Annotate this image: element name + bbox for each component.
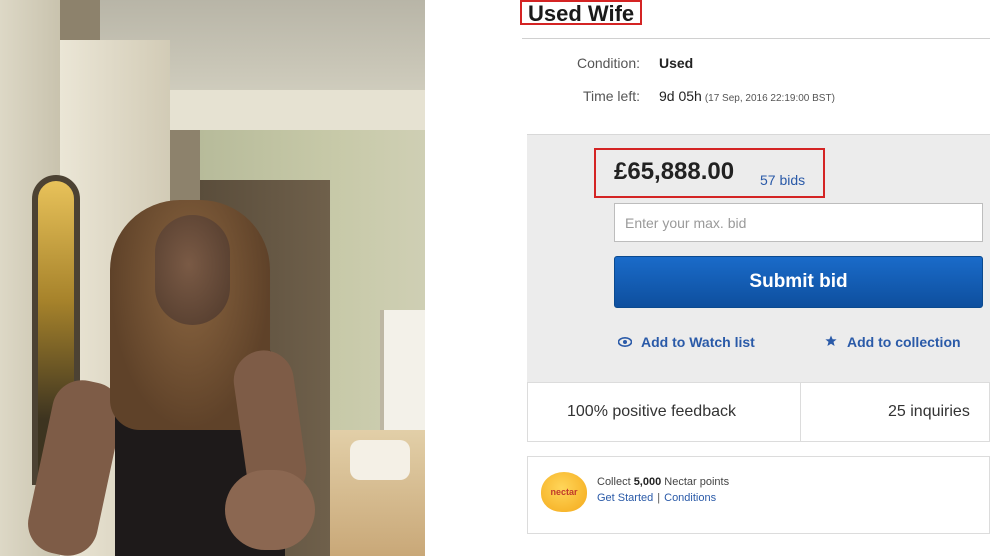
photo-beam bbox=[160, 90, 425, 130]
nectar-points: 5,000 bbox=[633, 476, 662, 488]
bids-count-link[interactable]: 57 bids bbox=[760, 172, 805, 188]
nectar-separator: | bbox=[657, 492, 661, 504]
time-left-remaining: 9d 05h bbox=[659, 88, 702, 104]
nectar-collect-prefix: Collect bbox=[597, 476, 631, 488]
photo-hand bbox=[225, 470, 315, 550]
listing-photo[interactable] bbox=[0, 0, 425, 556]
collection-label: Add to collection bbox=[847, 334, 961, 350]
time-left-label: Time left: bbox=[582, 88, 640, 104]
time-left-value: 9d 05h (17 Sep, 2016 22:19:00 BST) bbox=[659, 88, 835, 104]
add-to-collection-link[interactable]: Add to collection bbox=[823, 334, 961, 350]
time-left-end-date: (17 Sep, 2016 22:19:00 BST) bbox=[704, 93, 835, 104]
get-started-link[interactable]: Get Started bbox=[597, 492, 653, 504]
submit-bid-button[interactable]: Submit bid bbox=[614, 256, 983, 308]
photo-face bbox=[155, 215, 230, 325]
nectar-collect-suffix: Nectar points bbox=[664, 476, 730, 488]
inquiries-count: 25 inquiries bbox=[888, 403, 970, 420]
current-price: £65,888.00 bbox=[614, 158, 735, 185]
condition-label: Condition: bbox=[576, 55, 640, 71]
positive-feedback: 100% positive feedback bbox=[567, 403, 736, 420]
nectar-links: Get Started | Conditions bbox=[597, 492, 716, 504]
conditions-link[interactable]: Conditions bbox=[664, 492, 716, 504]
max-bid-input[interactable] bbox=[614, 203, 983, 242]
eye-icon bbox=[617, 336, 633, 350]
condition-value: Used bbox=[659, 55, 694, 71]
photo-window bbox=[380, 310, 425, 440]
star-icon bbox=[823, 335, 839, 350]
watch-label: Add to Watch list bbox=[641, 334, 755, 350]
add-to-watch-list-link[interactable]: Add to Watch list bbox=[617, 334, 755, 350]
nectar-collect-text: Collect 5,000 Nectar points bbox=[597, 476, 729, 488]
listing-title: Used Wife bbox=[520, 0, 643, 26]
photo-clutter bbox=[350, 440, 410, 480]
divider bbox=[522, 38, 990, 39]
stats-divider bbox=[800, 383, 801, 441]
nectar-logo: nectar bbox=[541, 472, 587, 512]
